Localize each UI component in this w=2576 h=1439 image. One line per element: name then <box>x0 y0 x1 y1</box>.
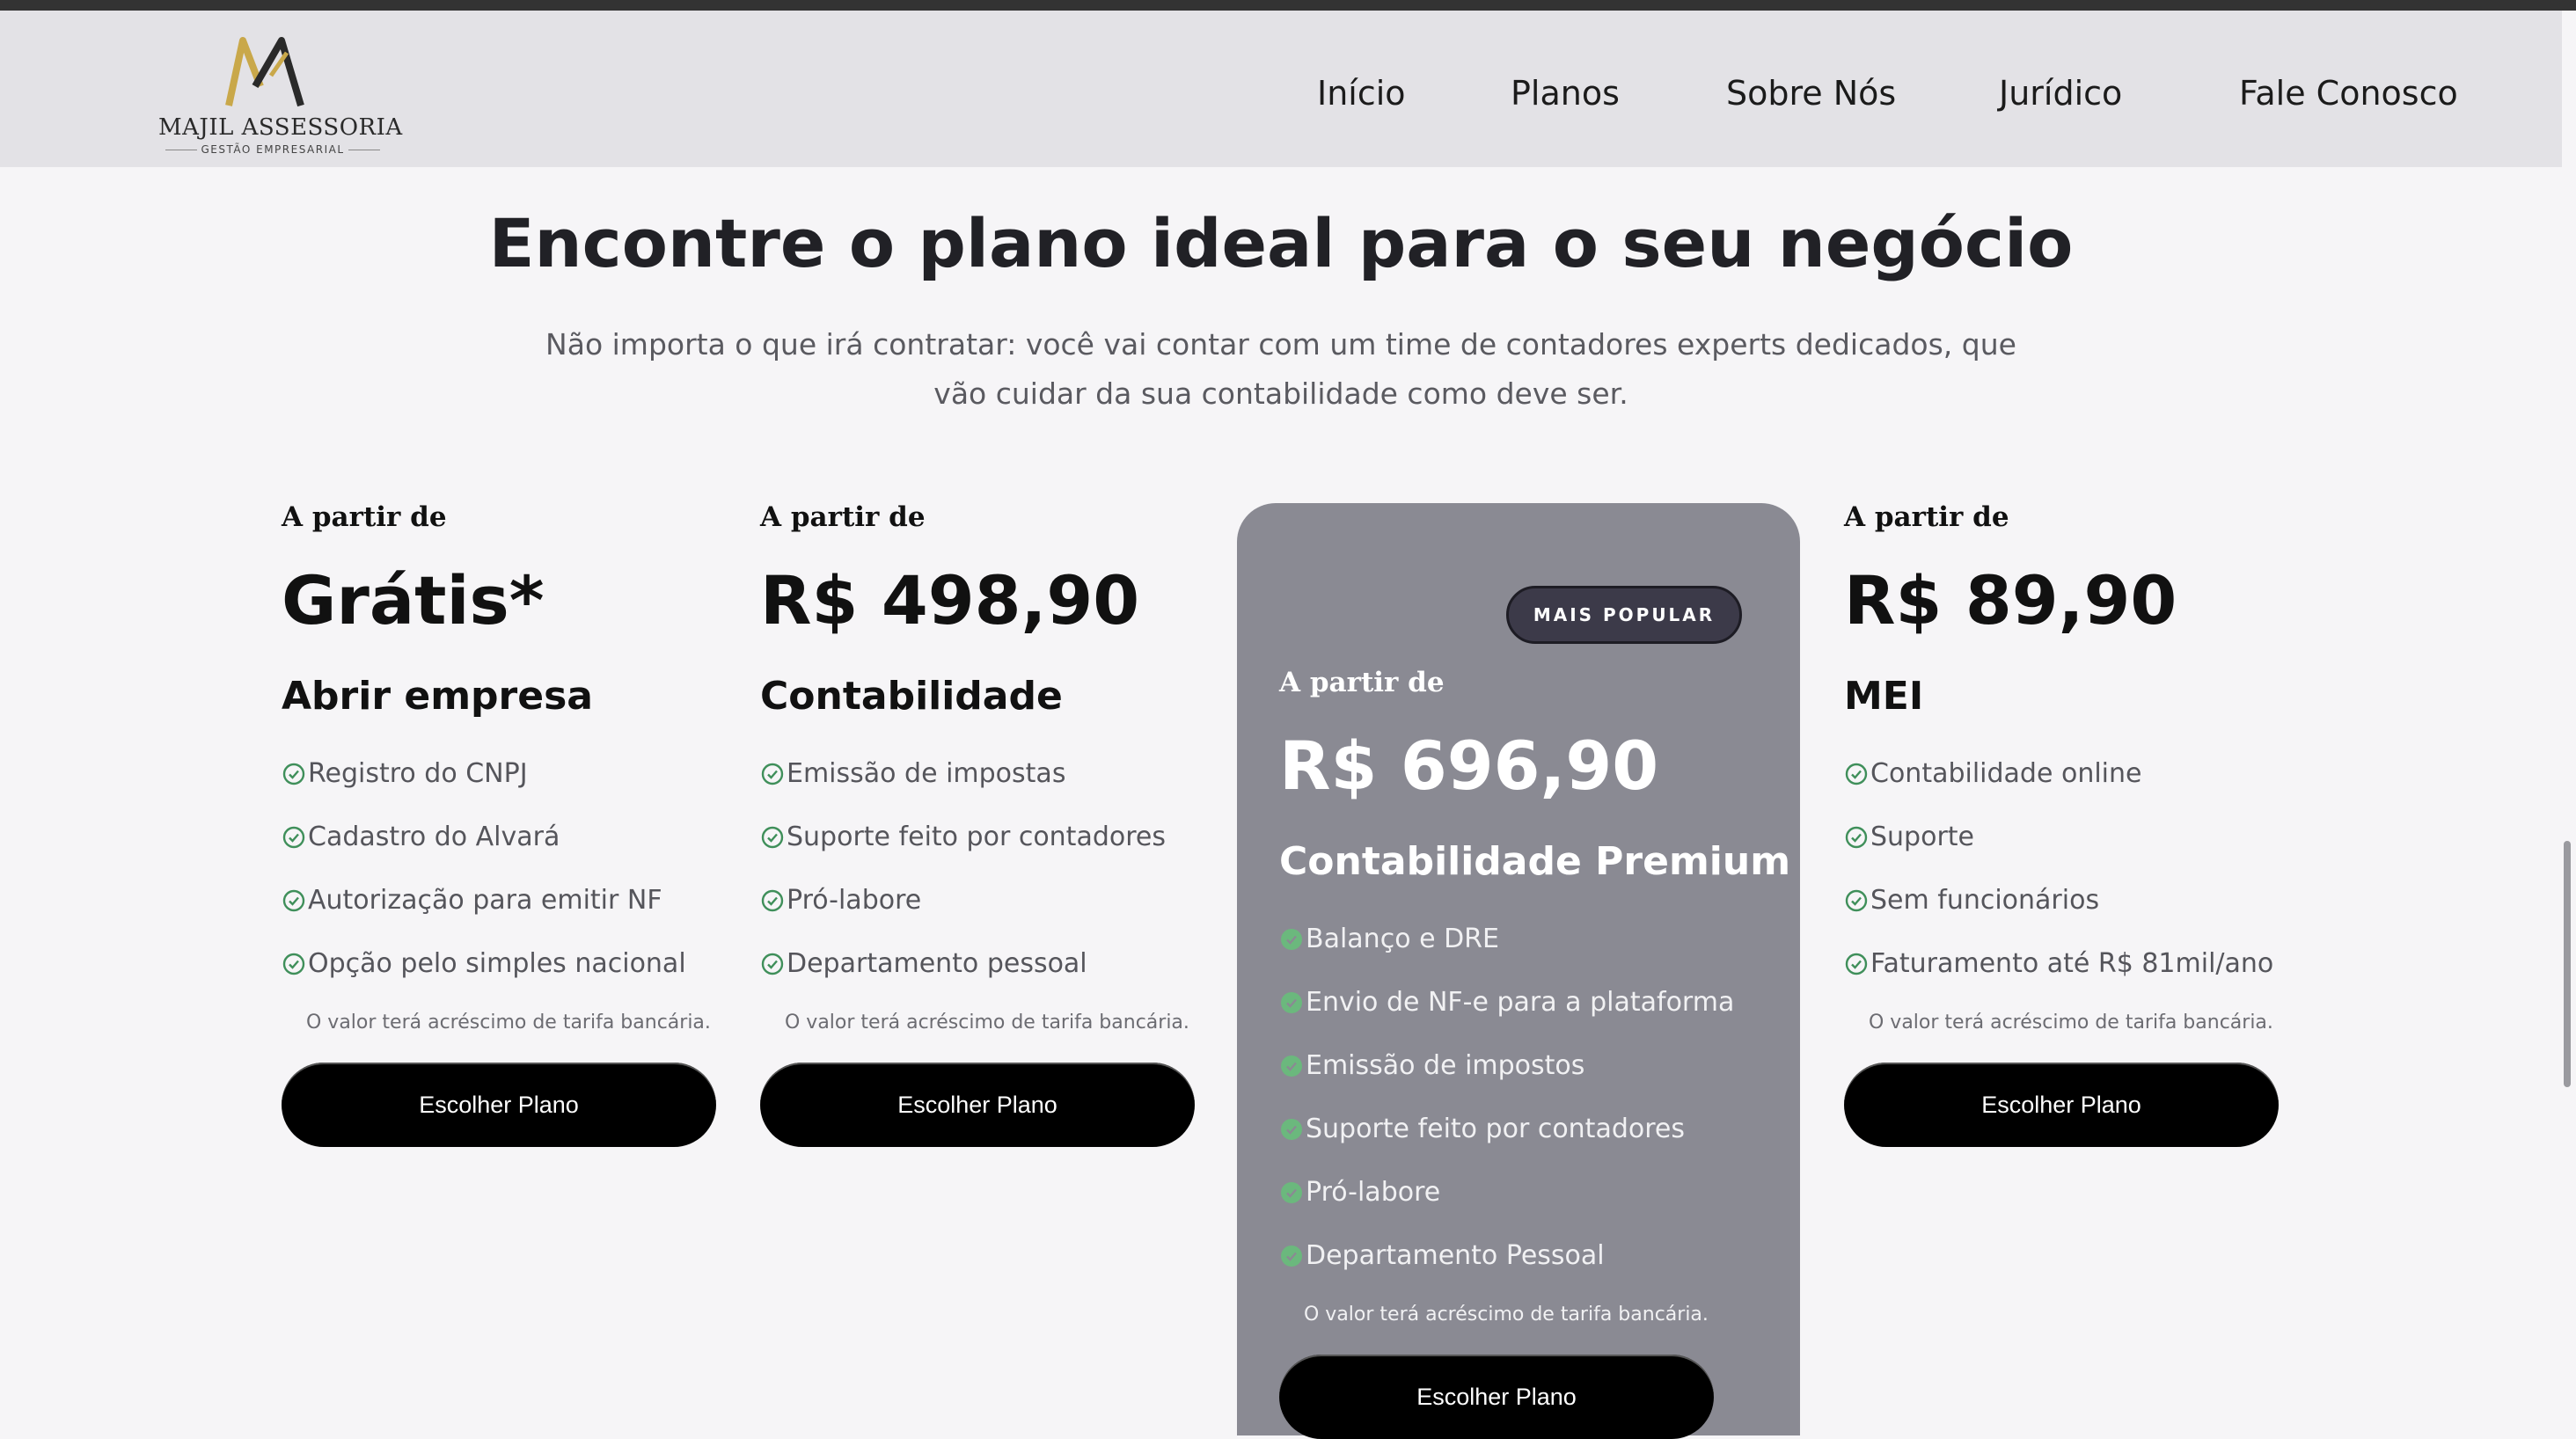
plan-feature: Suporte feito por contadores <box>1279 1114 1685 1144</box>
choose-plan-button[interactable]: Escolher Plano <box>282 1063 716 1147</box>
choose-plan-button[interactable]: Escolher Plano <box>1279 1355 1714 1439</box>
plan-feature-text: Pró-labore <box>1306 1177 1441 1208</box>
plan-feature-text: Sem funcionários <box>1870 885 2100 916</box>
check-circle-icon <box>1845 889 1868 911</box>
plan-note: O valor terá acréscimo de tarifa bancári… <box>306 1012 711 1034</box>
plan-feature: Cadastro do Alvará <box>282 822 560 852</box>
plan-feature-text: Suporte <box>1870 822 1975 852</box>
m-monogram-logo-icon <box>225 37 304 107</box>
plan-price: R$ 498,90 <box>760 561 1140 639</box>
plan-feature-text: Departamento Pessoal <box>1306 1240 1605 1271</box>
check-circle-icon <box>1281 991 1302 1013</box>
plan-price: R$ 696,90 <box>1279 727 1659 805</box>
plan-feature: Faturamento até R$ 81mil/ano <box>1844 948 2273 979</box>
browser-top-edge <box>0 0 2576 11</box>
plan-note: O valor terá acréscimo de tarifa bancári… <box>1304 1304 1709 1326</box>
check-circle-icon <box>282 953 305 975</box>
plan-note: O valor terá acréscimo de tarifa bancári… <box>785 1012 1189 1034</box>
plan-feature-text: Opção pelo simples nacional <box>308 948 686 979</box>
plan-feature-text: Envio de NF-e para a plataforma <box>1306 987 1735 1018</box>
site-header: MAJIL ASSESSORIA GESTÃO EMPRESARIAL Iníc… <box>0 11 2562 167</box>
check-circle-icon <box>282 826 305 848</box>
check-circle-icon <box>1281 1181 1302 1203</box>
brand-logo[interactable]: MAJIL ASSESSORIA GESTÃO EMPRESARIAL <box>158 33 403 158</box>
plan-feature: Balanço e DRE <box>1279 924 1499 954</box>
plan-feature-text: Faturamento até R$ 81mil/ano <box>1870 948 2274 979</box>
check-circle-icon <box>761 826 784 848</box>
premium-card-body: A partir de R$ 696,90 Contabilidade Prem… <box>1279 503 1790 1439</box>
plan-card-contabilidade-premium: MAIS POPULAR A partir de R$ 696,90 Conta… <box>1237 503 1800 1439</box>
plan-feature-text: Emissão de impostos <box>1306 1050 1585 1081</box>
nav-item-juridico[interactable]: Jurídico <box>1999 74 2122 113</box>
plan-feature-text: Departamento pessoal <box>787 948 1087 979</box>
nav-item-sobre-nos[interactable]: Sobre Nós <box>1726 74 1896 113</box>
plan-feature-text: Suporte feito por contadores <box>787 822 1166 852</box>
plan-feature-text: Pró-labore <box>787 885 922 916</box>
plan-from-label: A partir de <box>282 501 447 533</box>
check-circle-icon <box>1281 1245 1302 1267</box>
check-circle-icon <box>761 763 784 785</box>
plan-feature: Suporte feito por contadores <box>760 822 1166 852</box>
check-circle-icon <box>1281 1055 1302 1077</box>
plan-name: Contabilidade <box>760 674 1063 719</box>
plan-feature: Pró-labore <box>760 885 921 916</box>
plan-feature-text: Autorização para emitir NF <box>308 885 662 916</box>
brand-name: MAJIL ASSESSORIA <box>158 114 403 141</box>
plan-feature: Autorização para emitir NF <box>282 885 662 916</box>
plan-feature: Departamento pessoal <box>760 948 1087 979</box>
plan-feature-text: Registro do CNPJ <box>308 758 528 789</box>
choose-plan-button[interactable]: Escolher Plano <box>1844 1063 2279 1147</box>
plan-feature: Emissão de impostos <box>1279 1050 1584 1081</box>
plan-feature: Sem funcionários <box>1844 885 2099 916</box>
check-circle-icon <box>1281 1118 1302 1140</box>
plan-feature: Opção pelo simples nacional <box>282 948 686 979</box>
check-circle-icon <box>1845 826 1868 848</box>
plan-name: MEI <box>1844 674 1924 719</box>
plan-price: Grátis* <box>282 561 545 639</box>
plan-from-label: A partir de <box>1844 501 2009 533</box>
plan-price: R$ 89,90 <box>1844 561 2177 639</box>
plan-name: Abrir empresa <box>282 674 593 719</box>
check-circle-icon <box>1845 953 1868 975</box>
plan-feature: Envio de NF-e para a plataforma <box>1279 987 1734 1018</box>
plan-feature: Suporte <box>1844 822 1974 852</box>
nav-item-fale-conosco[interactable]: Fale Conosco <box>2239 74 2458 113</box>
plan-from-label: A partir de <box>1279 667 1445 698</box>
plan-feature: Pró-labore <box>1279 1177 1440 1208</box>
check-circle-icon <box>761 889 784 911</box>
page-title: Encontre o plano ideal para o seu negóci… <box>488 204 2074 282</box>
scrollbar-thumb[interactable] <box>2564 841 2571 1087</box>
plan-feature: Emissão de impostas <box>760 758 1065 789</box>
plan-name: Contabilidade Premium <box>1279 839 1791 884</box>
check-circle-icon <box>1845 763 1868 785</box>
page-subtitle: Não importa o que irá contratar: você va… <box>545 327 2016 411</box>
plan-feature: Registro do CNPJ <box>282 758 528 789</box>
nav-item-planos[interactable]: Planos <box>1511 74 1620 113</box>
choose-plan-button[interactable]: Escolher Plano <box>760 1063 1195 1147</box>
plan-feature: Departamento Pessoal <box>1279 1240 1605 1271</box>
check-circle-icon <box>282 763 305 785</box>
plan-feature: Contabilidade online <box>1844 758 2141 789</box>
check-circle-icon <box>1281 928 1302 950</box>
plan-feature-text: Suporte feito por contadores <box>1306 1114 1685 1144</box>
check-circle-icon <box>282 889 305 911</box>
plan-note: O valor terá acréscimo de tarifa bancári… <box>1869 1012 2273 1034</box>
nav-item-inicio[interactable]: Início <box>1317 74 1406 113</box>
check-circle-icon <box>761 953 784 975</box>
plan-feature-text: Balanço e DRE <box>1306 924 1499 954</box>
plan-feature-text: Cadastro do Alvará <box>308 822 560 852</box>
plan-from-label: A partir de <box>760 501 926 533</box>
plan-feature-text: Contabilidade online <box>1870 758 2142 789</box>
plan-feature-text: Emissão de impostas <box>787 758 1066 789</box>
